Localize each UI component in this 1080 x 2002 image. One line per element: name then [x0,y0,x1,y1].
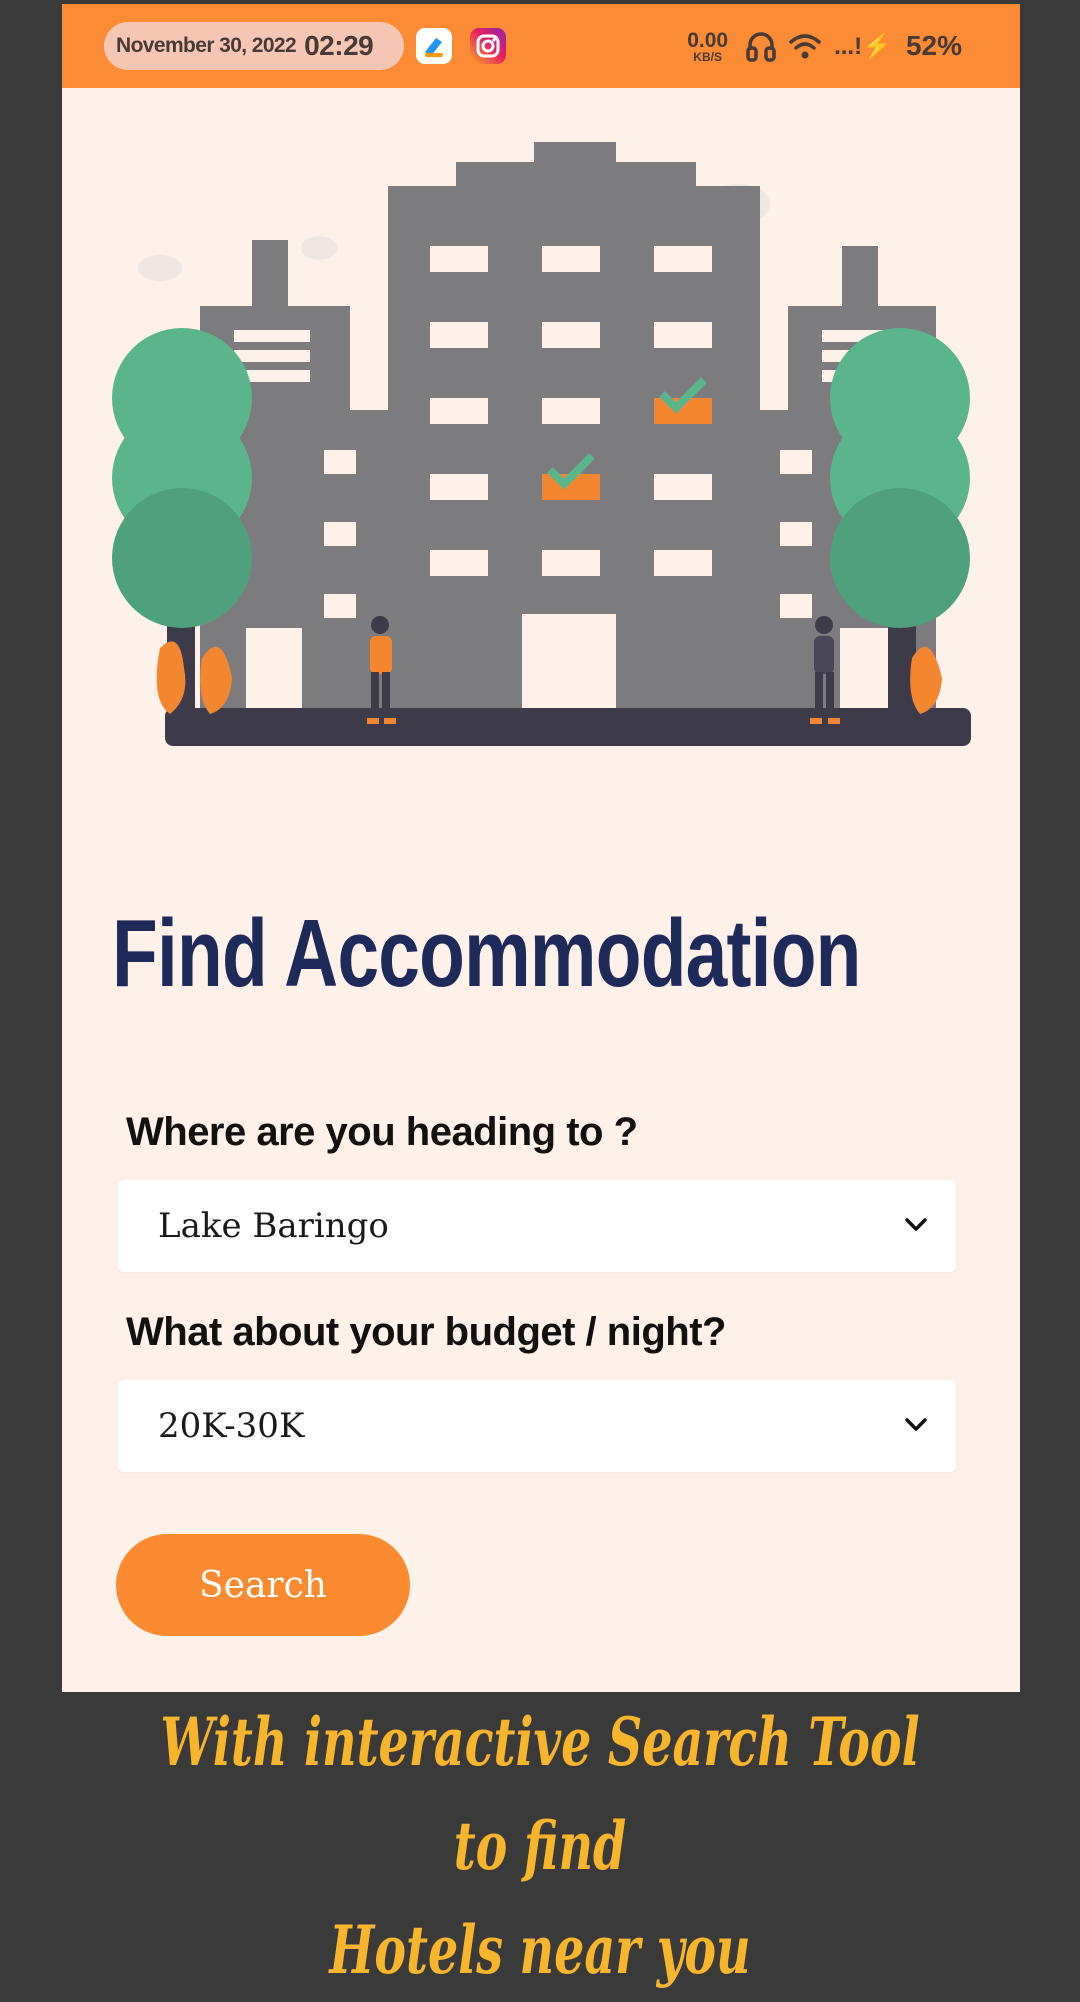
battery-level: 52% [905,30,962,61]
budget-select[interactable]: 20K-30K [118,1380,956,1472]
page-title: Find Accommodation [112,900,861,1007]
destination-select[interactable]: Lake Baringo [118,1180,956,1272]
headphones-icon [746,32,776,62]
wifi-icon [789,34,821,59]
budget-label: What about your budget / night? [126,1310,726,1354]
network-speed: 0.00 KB/S [687,30,728,63]
status-date: November 30, 2022 [116,34,297,57]
search-button[interactable]: Search [116,1534,410,1636]
destination-label: Where are you heading to ? [126,1110,638,1154]
destination-value: Lake Baringo [158,1206,389,1246]
chevron-down-icon [905,1418,927,1431]
caption-line-1: With interactive Search Tool to find [160,1703,920,1885]
instagram-icon [470,28,506,64]
status-indicators: 0.00 KB/S ...!⚡ 52% [687,20,962,72]
promo-caption: With interactive Search Tool to find Hot… [0,1690,1080,2002]
budget-value: 20K-30K [158,1406,305,1446]
status-time: 02:29 [304,30,374,61]
network-speed-unit: KB/S [693,49,722,64]
status-datetime: November 30, 2022 02:29 [104,22,404,70]
hotel-illustration [112,142,971,746]
signal-indicator: ...!⚡ [834,32,892,60]
app-icon [416,28,452,64]
phone-screen: November 30, 2022 02:29 0.00 KB/S ...!⚡ … [62,4,1020,1692]
status-bar: November 30, 2022 02:29 0.00 KB/S ...!⚡ … [62,4,1020,88]
network-speed-value: 0.00 [687,28,729,52]
chevron-down-icon [905,1218,927,1231]
caption-line-2: Hotels near you [329,1911,751,1989]
